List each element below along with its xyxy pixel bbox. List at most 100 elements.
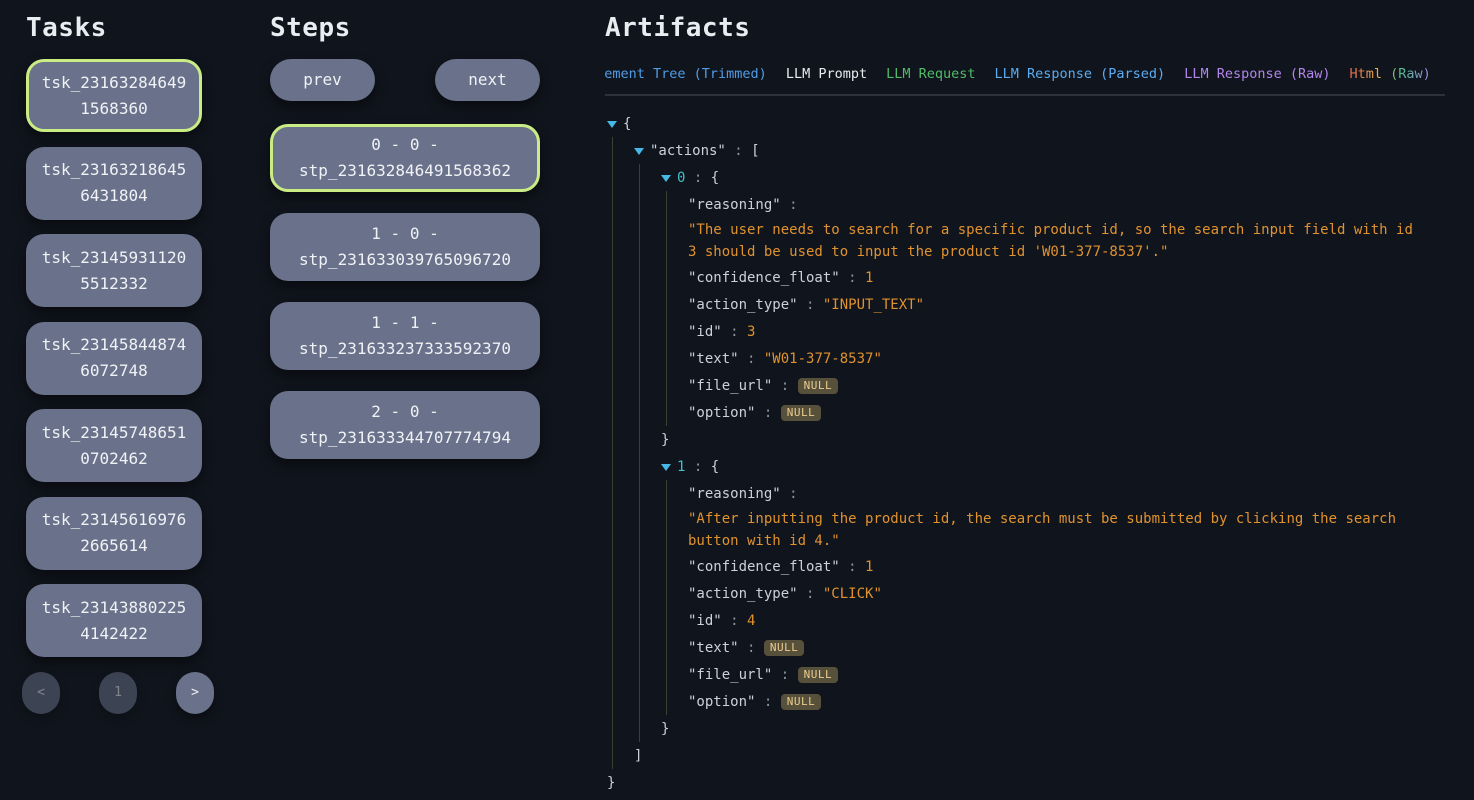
tree-row: ]: [605, 742, 1445, 769]
indent-guide: [639, 291, 666, 318]
tree-row-content: "text" : "W01-377-8537": [688, 345, 882, 372]
tree-row-content: 1 : {: [661, 453, 719, 480]
tree-row-content: }: [661, 715, 669, 742]
tab-llm-response-raw[interactable]: LLM Response (Raw): [1184, 66, 1330, 82]
collapse-caret-icon[interactable]: [634, 148, 644, 155]
tree-row-content: "action_type" : "INPUT_TEXT": [688, 291, 924, 318]
task-list: tsk_231632846491568360 tsk_23163218645643…: [26, 59, 218, 657]
indent-guide: [612, 607, 639, 634]
tab-llm-prompt[interactable]: LLM Prompt: [786, 66, 867, 82]
step-list: 0 - 0 - stp_231632846491568362 1 - 0 - st…: [270, 124, 540, 459]
artifacts-title: Artifacts: [605, 12, 1445, 44]
task-button[interactable]: tsk_231457486510702462: [26, 409, 202, 482]
indent-guide: [639, 553, 666, 580]
json-brace: ]: [634, 748, 642, 764]
json-index: 0: [677, 170, 685, 186]
json-punct: :: [726, 143, 751, 159]
tree-row: "option" : NULL: [605, 688, 1445, 715]
task-button[interactable]: tsk_231632186456431804: [26, 147, 202, 220]
tree-row-content: }: [661, 426, 669, 453]
tab-llm-response-parsed[interactable]: LLM Response (Parsed): [995, 66, 1166, 82]
tasks-panel: Tasks tsk_231632846491568360tsk_23163218…: [26, 12, 218, 714]
collapse-caret-icon[interactable]: [661, 175, 671, 182]
tree-row-content: "file_url" : NULL: [688, 661, 838, 688]
indent-guide: [612, 191, 639, 218]
tree-row: "reasoning" :: [605, 480, 1445, 507]
step-button[interactable]: 0 - 0 - stp_231632846491568362: [270, 124, 540, 192]
task-button[interactable]: tsk_231438802254142422: [26, 584, 202, 657]
json-key: "text": [688, 640, 739, 656]
tree-row: "option" : NULL: [605, 399, 1445, 426]
indent-guide: [639, 580, 666, 607]
json-string: "The user needs to search for a specific…: [688, 222, 1413, 260]
tasks-pagination: < 1 >: [22, 672, 214, 714]
step-button[interactable]: 1 - 0 - stp_231633039765096720: [270, 213, 540, 281]
step-button[interactable]: 2 - 0 - stp_231633344707774794: [270, 391, 540, 459]
current-page-button[interactable]: 1: [99, 672, 137, 714]
indent-guide: [612, 372, 639, 399]
next-page-button[interactable]: >: [176, 672, 214, 714]
indent-guide: [639, 661, 666, 688]
json-punct: :: [739, 351, 764, 367]
json-key: "file_url": [688, 378, 772, 394]
task-button[interactable]: tsk_231456169762665614: [26, 497, 202, 570]
null-badge: NULL: [781, 405, 822, 421]
null-badge: NULL: [798, 378, 839, 394]
json-punct: :: [755, 694, 780, 710]
collapse-caret-icon[interactable]: [607, 121, 617, 128]
prev-page-button[interactable]: <: [22, 672, 60, 714]
json-brace: }: [661, 432, 669, 448]
tab-element-tree-trimmed[interactable]: Element Tree (Trimmed): [605, 66, 767, 82]
json-punct: :: [755, 405, 780, 421]
json-brace: [: [751, 143, 759, 159]
json-tree: {"actions" : [0 : {"reasoning" :"The use…: [605, 110, 1445, 796]
json-punct: :: [840, 559, 865, 575]
json-key: "reasoning": [688, 486, 781, 502]
step-nav-row: prev next: [270, 59, 540, 101]
json-key: "text": [688, 351, 739, 367]
task-button[interactable]: tsk_231459311205512332: [26, 234, 202, 307]
tree-row: 0 : {: [605, 164, 1445, 191]
null-badge: NULL: [798, 667, 839, 683]
indent-guide: [612, 164, 639, 191]
tree-row-content: ]: [634, 742, 642, 769]
collapse-caret-icon[interactable]: [661, 464, 671, 471]
indent-guide: [612, 453, 639, 480]
tree-row: "text" : "W01-377-8537": [605, 345, 1445, 372]
null-badge: NULL: [764, 640, 805, 656]
artifacts-panel: Artifacts Element Tree (Trimmed) LLM Prom…: [605, 12, 1445, 796]
indent-guide: [612, 507, 639, 553]
tree-row-content: "action_type" : "CLICK": [688, 580, 882, 607]
json-key: "id": [688, 613, 722, 629]
tree-row-content: "reasoning" :: [688, 480, 798, 507]
indent-guide: [612, 345, 639, 372]
tree-row: }: [605, 426, 1445, 453]
indent-guide: [612, 661, 639, 688]
indent-guide: [639, 688, 666, 715]
json-string: "INPUT_TEXT": [823, 297, 924, 313]
json-punct: :: [722, 613, 747, 629]
tree-row: 1 : {: [605, 453, 1445, 480]
json-punct: :: [798, 586, 823, 602]
tree-row-content: "confidence_float" : 1: [688, 264, 873, 291]
task-button[interactable]: tsk_231458448746072748: [26, 322, 202, 395]
tree-row: "confidence_float" : 1: [605, 264, 1445, 291]
json-index: 1: [677, 459, 685, 475]
next-step-button[interactable]: next: [435, 59, 540, 101]
tab-llm-request[interactable]: LLM Request: [886, 66, 975, 82]
tree-row: "id" : 3: [605, 318, 1445, 345]
indent-guide: [612, 218, 639, 264]
indent-guide: [612, 553, 639, 580]
step-button[interactable]: 1 - 1 - stp_231633237333592370: [270, 302, 540, 370]
artifacts-tabs: Element Tree (Trimmed) LLM Prompt LLM Requ…: [605, 66, 1445, 96]
indent-guide: [612, 715, 639, 742]
json-brace: {: [711, 170, 719, 186]
tab-html-raw[interactable]: Html (Raw): [1350, 66, 1431, 82]
json-punct: :: [840, 270, 865, 286]
tree-row: "action_type" : "INPUT_TEXT": [605, 291, 1445, 318]
tree-row: }: [605, 715, 1445, 742]
json-key: "confidence_float": [688, 270, 840, 286]
indent-guide: [639, 318, 666, 345]
prev-step-button[interactable]: prev: [270, 59, 375, 101]
task-button[interactable]: tsk_231632846491568360: [26, 59, 202, 132]
